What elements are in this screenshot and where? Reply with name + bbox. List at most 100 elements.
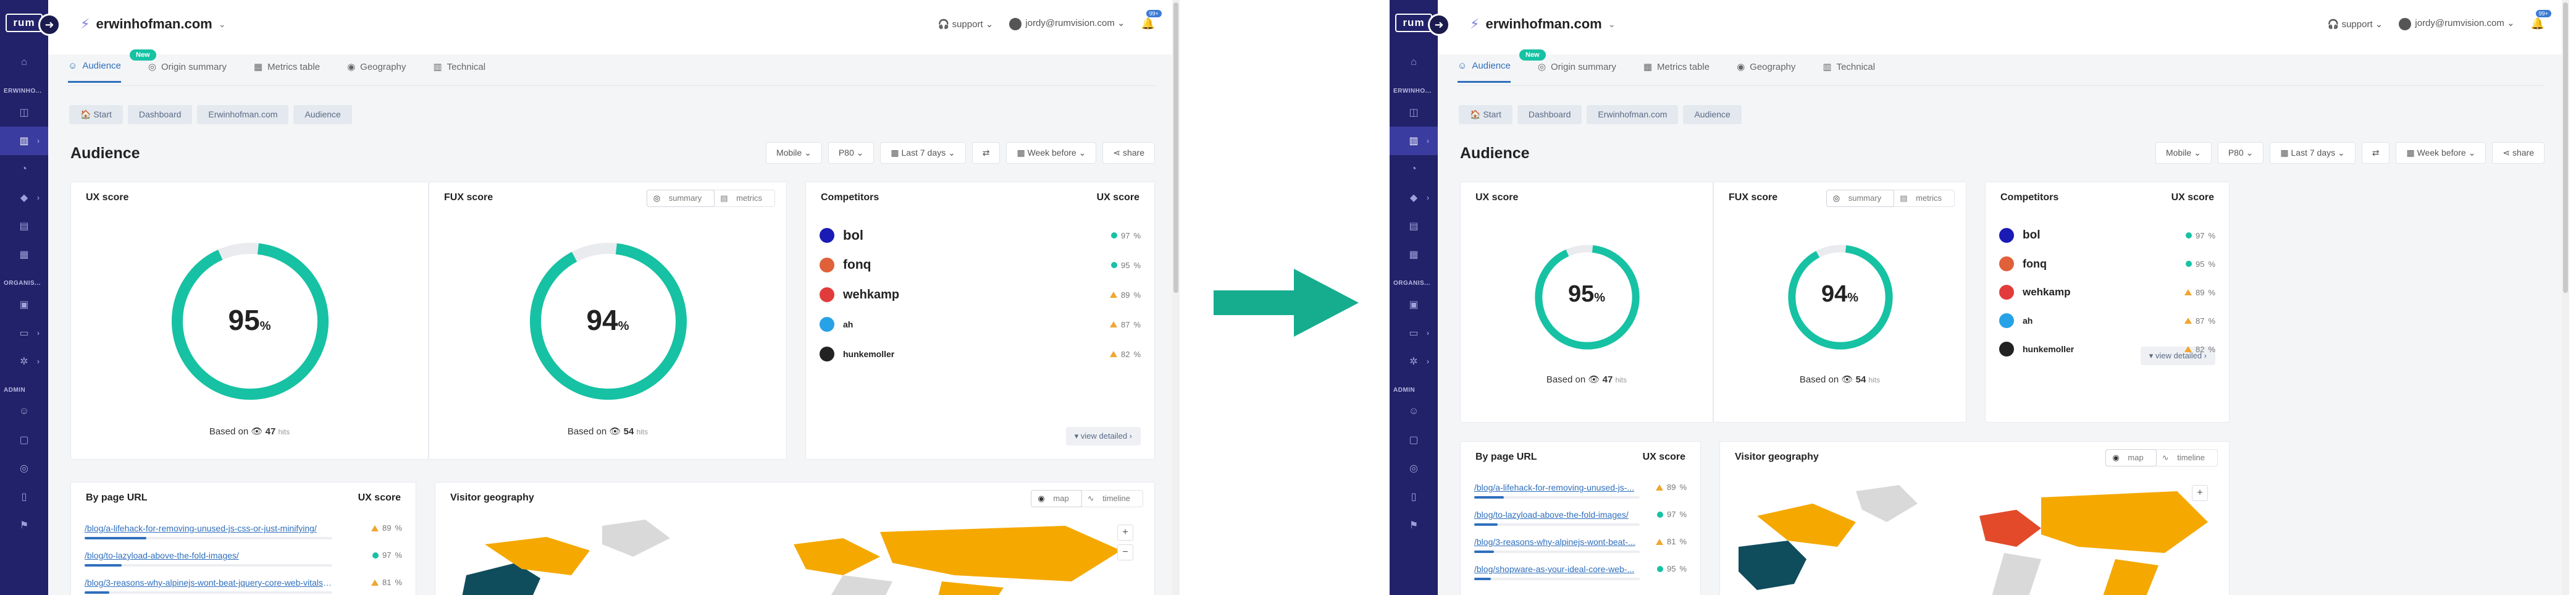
bell-icon[interactable]: 🔔 99+ [1141,10,1162,30]
user-menu[interactable]: jordy@rumvision.com ⌄ [1009,17,1125,30]
dashboard-icon[interactable]: ⌂ [0,48,48,77]
sidebar-item-flags[interactable]: ⚑ [1390,511,1438,539]
competitor-row[interactable]: hunkemoller 82 % [820,342,1141,366]
url-row[interactable]: /blog/a-lifehack-for-removing-unused-js-… [1474,483,1687,510]
tab-metrics-table[interactable]: ▦ Metrics table [254,61,320,83]
competitor-row[interactable]: bol 97 % [820,223,1141,248]
share-button[interactable]: ⋖ share [2492,142,2545,164]
device-filter[interactable]: Mobile ⌄ [2155,142,2212,164]
sidebar-item-flags[interactable]: ⚑ [0,511,48,539]
toggle-timeline[interactable]: ∿ timeline [2156,450,2217,466]
competitor-row[interactable]: fonq 95 % [1999,251,2215,276]
page-url-link[interactable]: /blog/3-reasons-why-alpinejs-wont-beat-.… [1474,537,1640,547]
world-map[interactable]: + − [448,520,1142,595]
tab-origin-summary[interactable]: ◎ Origin summary [148,61,227,83]
url-row[interactable]: /blog/to-lazyload-above-the-fold-images/… [1474,510,1687,537]
sidebar-item-overview[interactable]: ◫ [1390,98,1438,127]
breadcrumb-start[interactable]: 🏠 Start [1459,105,1512,124]
page-url-link[interactable]: /blog/a-lifehack-for-removing-unused-js-… [85,523,332,533]
sidebar-item-sites[interactable]: ▣ [1390,290,1438,319]
sidebar-item-invoices[interactable]: ▯ [0,483,48,511]
tab-geography[interactable]: ◉ Geography [1737,61,1795,83]
zoom-out-button[interactable]: − [1117,544,1133,560]
sidebar-item-reports[interactable]: ▤ [0,212,48,240]
url-row[interactable]: /blog/shopware-as-your-ideal-core-web-..… [1474,564,1687,591]
sidebar-item-global[interactable]: ◎ [0,454,48,483]
sidebar-item-insights[interactable]: ◔ [0,155,48,184]
site-selector[interactable]: ⚡ erwinhofman.com ⌄ [1470,16,1615,32]
scrollbar[interactable] [1172,0,1180,595]
toggle-metrics[interactable]: ▤ metrics [1894,190,1954,206]
toggle-metrics[interactable]: ▤ metrics [714,190,774,206]
competitor-row[interactable]: ah 87 % [1999,308,2215,333]
sidebar-item-invoices[interactable]: ▯ [1390,483,1438,511]
tab-geography[interactable]: ◉ Geography [347,61,406,83]
rumvision-logo[interactable]: rum [6,14,43,32]
sidebar-item-overview[interactable]: ◫ [0,98,48,127]
tab-origin-summary[interactable]: ◎ Origin summary [1538,61,1616,83]
sidebar-item-audience[interactable]: ▥ › [1390,127,1438,155]
compare-period-filter[interactable]: ▦ Week before ⌄ [2396,142,2486,164]
scrollbar-thumb[interactable] [2563,2,2568,293]
url-row[interactable]: /blog/to-lazyload-above-the-fold-images/… [85,551,402,578]
sidebar-item-calendar[interactable]: ▦ [1390,240,1438,269]
compare-toggle[interactable]: ⇄ [971,142,1001,164]
page-url-link[interactable]: /blog/shopware-as-your-ideal-core-web-..… [1474,564,1640,574]
competitor-row[interactable]: wehkamp 89 % [820,282,1141,307]
sidebar-item-settings[interactable]: ✲ › [0,347,48,376]
scrollbar-thumb[interactable] [1173,2,1178,293]
view-detailed-button[interactable]: ▾ view detailed › [1065,427,1141,445]
scrollbar[interactable] [2562,0,2569,595]
breadcrumb-dashboard[interactable]: Dashboard [127,105,193,124]
page-url-link[interactable]: /blog/3-reasons-why-alpinejs-wont-beat-j… [85,578,332,588]
sidebar-item-sites[interactable]: ▣ [0,290,48,319]
zoom-in-button[interactable]: + [1117,525,1133,541]
url-row[interactable]: /blog/3-reasons-why-alpinejs-wont-beat-.… [1474,537,1687,564]
percentile-filter[interactable]: P80 ⌄ [828,142,875,164]
sidebar-item-settings[interactable]: ✲ › [1390,347,1438,376]
breadcrumb-site[interactable]: Erwinhofman.com [197,105,289,124]
compare-toggle[interactable]: ⇄ [2361,142,2390,164]
date-range-filter[interactable]: ▦ Last 7 days ⌄ [2270,142,2356,164]
sidebar-item-global[interactable]: ◎ [1390,454,1438,483]
sidebar-item-audience[interactable]: ▥ › [0,127,48,155]
tab-technical[interactable]: ▥ Technical [1823,61,1875,83]
percentile-filter[interactable]: P80 ⌄ [2217,142,2264,164]
sidebar-item-organisations[interactable]: ▢ [1390,426,1438,454]
sidebar-item-insights[interactable]: ◔ [1390,155,1438,184]
device-filter[interactable]: Mobile ⌄ [765,142,822,164]
breadcrumb-dashboard[interactable]: Dashboard [1517,105,1582,124]
sidebar-item-calendar[interactable]: ▦ [0,240,48,269]
breadcrumb-site[interactable]: Erwinhofman.com [1587,105,1679,124]
sidebar-item-alerts[interactable]: ◆ › [0,184,48,212]
sidebar-item-reports[interactable]: ▤ [1390,212,1438,240]
page-url-link[interactable]: /blog/to-lazyload-above-the-fold-images/ [85,551,332,560]
sidebar-collapse-button[interactable]: ➜ [38,14,61,36]
tab-technical[interactable]: ▥ Technical [433,61,485,83]
sidebar-item-users[interactable]: ☺ [1390,397,1438,426]
share-button[interactable]: ⋖ share [1102,142,1155,164]
tab-audience[interactable]: ☺ Audience New [1458,49,1546,83]
support-menu[interactable]: 🎧 support ⌄ [2328,19,2383,30]
site-selector[interactable]: ⚡ erwinhofman.com ⌄ [80,16,225,32]
world-map[interactable]: + [1732,479,2217,595]
sidebar-item-billing[interactable]: ▭ › [0,319,48,347]
url-row[interactable]: /blog/3-reasons-why-alpinejs-wont-beat-j… [85,578,402,595]
page-url-link[interactable]: /blog/to-lazyload-above-the-fold-images/ [1474,510,1640,520]
toggle-map[interactable]: ◉ map [2106,450,2156,466]
sidebar-item-organisations[interactable]: ▢ [0,426,48,454]
sidebar-item-users[interactable]: ☺ [0,397,48,426]
competitor-row[interactable]: wehkamp 89 % [1999,280,2215,305]
page-url-link[interactable]: /blog/a-lifehack-for-removing-unused-js-… [1474,483,1640,492]
dashboard-icon[interactable]: ⌂ [1390,48,1438,77]
toggle-map[interactable]: ◉ map [1031,491,1081,507]
bell-icon[interactable]: 🔔 99+ [2531,10,2551,30]
tab-audience[interactable]: ☺ Audience New [68,49,156,83]
compare-period-filter[interactable]: ▦ Week before ⌄ [1006,142,1097,164]
tab-metrics-table[interactable]: ▦ Metrics table [1643,61,1710,83]
zoom-in-button[interactable]: + [2192,485,2208,501]
rumvision-logo[interactable]: rum [1395,14,1432,32]
support-menu[interactable]: 🎧 support ⌄ [938,19,994,30]
sidebar-collapse-button[interactable]: ➜ [1428,14,1450,36]
competitor-row[interactable]: fonq 95 % [820,253,1141,277]
